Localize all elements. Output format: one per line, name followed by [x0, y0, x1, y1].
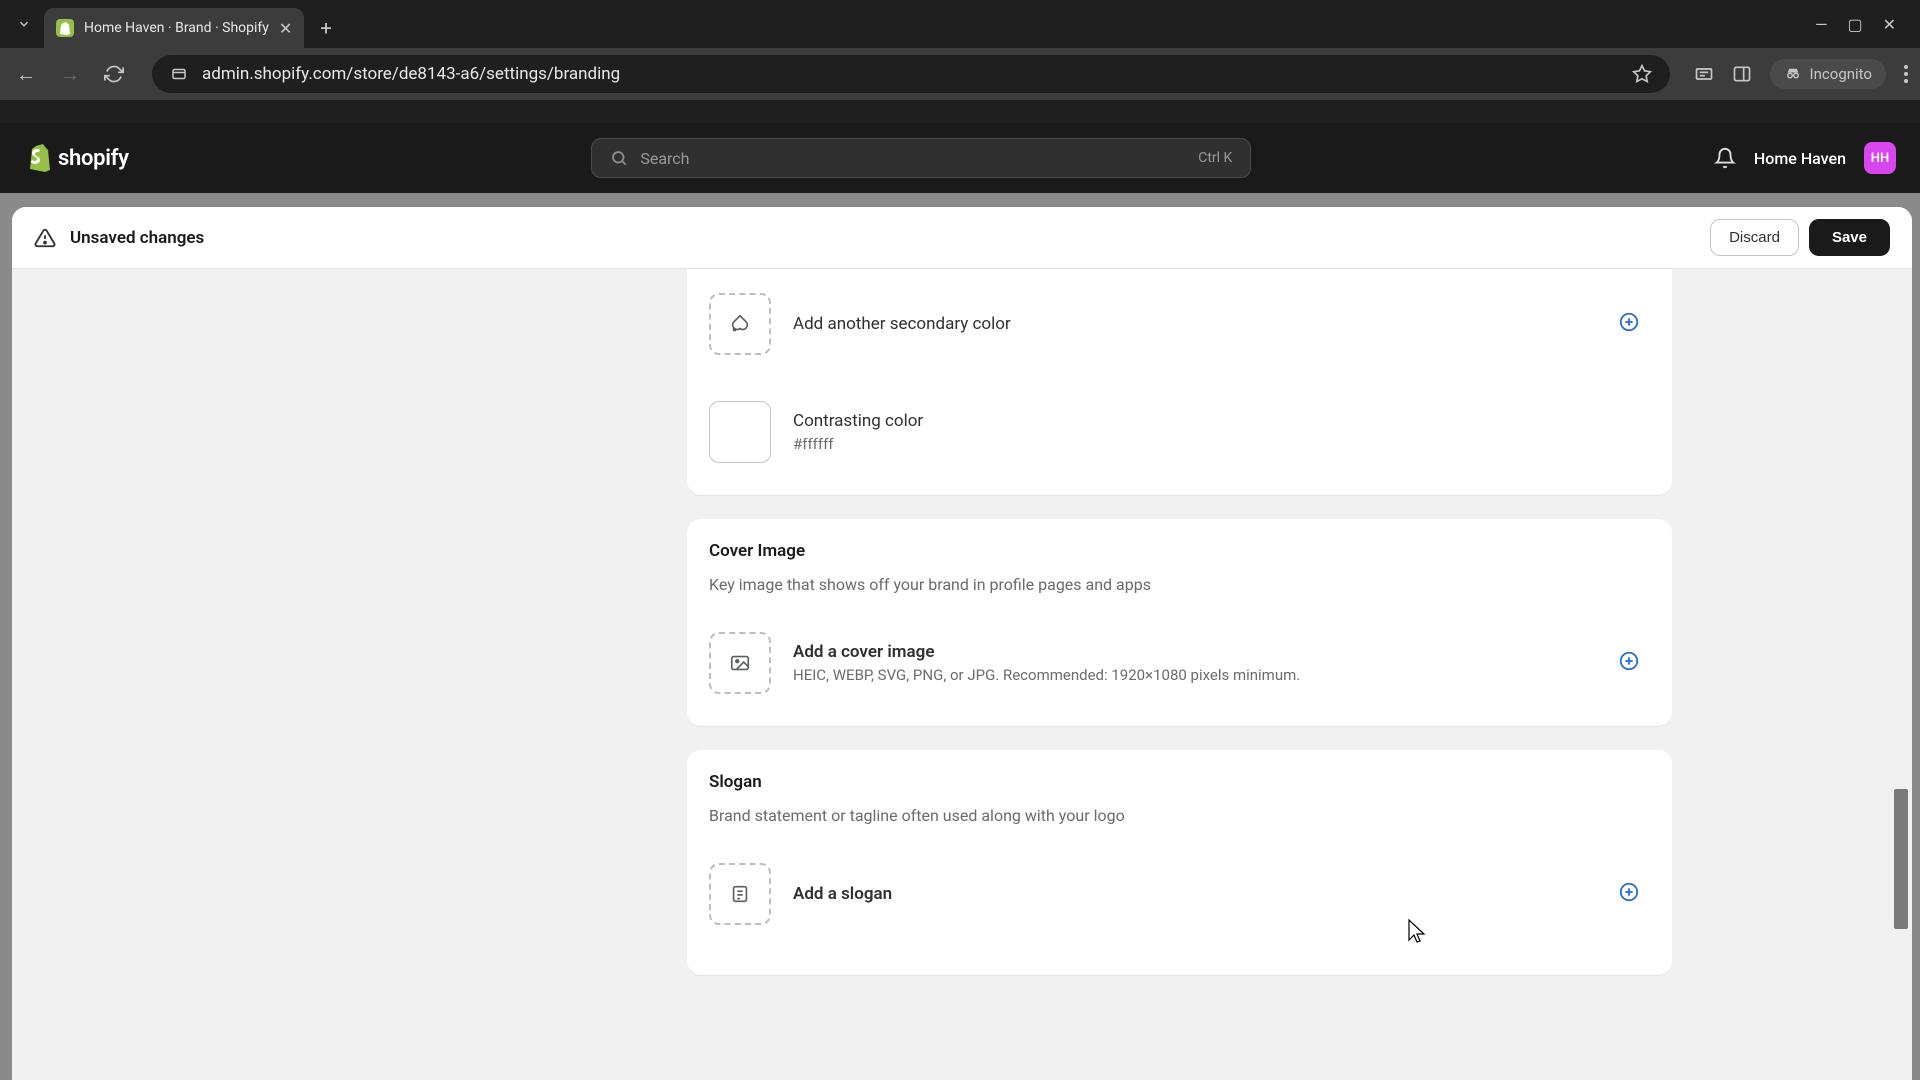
shopify-bag-icon — [24, 142, 52, 174]
back-button[interactable]: ← — [12, 60, 40, 88]
colors-card: Add another secondary color Contrasting … — [687, 269, 1672, 495]
url-text: admin.shopify.com/store/de8143-a6/settin… — [202, 64, 1618, 84]
plus-circle-icon — [1618, 881, 1640, 903]
scroll-area[interactable]: Add another secondary color Contrasting … — [12, 269, 1912, 1080]
content-column: Add another secondary color Contrasting … — [687, 269, 1672, 1039]
note-icon — [729, 883, 751, 905]
contrasting-color-value: #ffffff — [793, 435, 1650, 453]
close-window-button[interactable]: ✕ — [1883, 15, 1896, 34]
add-secondary-color-label: Add another secondary color — [793, 314, 1650, 334]
cover-image-title: Cover Image — [709, 541, 1650, 561]
contrasting-color-label: Contrasting color — [793, 411, 1650, 431]
minimize-button[interactable]: — — [1815, 15, 1828, 34]
store-avatar[interactable]: HH — [1864, 142, 1896, 174]
search-icon — [610, 149, 628, 167]
unsaved-message: Unsaved changes — [70, 228, 204, 248]
main-panel: Unsaved changes Discard Save Add another… — [12, 207, 1912, 1080]
add-slogan-button[interactable] — [1618, 881, 1640, 907]
image-icon — [729, 652, 751, 674]
add-secondary-color-row[interactable]: Add another secondary color — [709, 283, 1650, 365]
tab-search-dropdown[interactable] — [8, 8, 40, 40]
search-box[interactable]: Search Ctrl K — [591, 138, 1251, 178]
notifications-icon[interactable] — [1714, 147, 1736, 169]
save-button[interactable]: Save — [1809, 219, 1890, 256]
incognito-label: Incognito — [1810, 65, 1872, 83]
shopify-logo[interactable]: shopify — [24, 142, 129, 174]
store-name[interactable]: Home Haven — [1754, 149, 1846, 168]
contrasting-color-row[interactable]: Contrasting color #ffffff — [709, 391, 1650, 473]
shopify-header: shopify Search Ctrl K Home Haven HH — [0, 123, 1920, 193]
add-slogan-row[interactable]: Add a slogan — [709, 853, 1650, 935]
new-tab-button[interactable]: + — [308, 16, 343, 40]
paint-drop-icon — [729, 313, 751, 335]
cover-image-card: Cover Image Key image that shows off you… — [687, 519, 1672, 726]
browser-chrome: Home Haven · Brand · Shopify ✕ + — ▢ ✕ ←… — [0, 0, 1920, 123]
window-controls: — ▢ ✕ — [1815, 15, 1912, 34]
bookmark-star-icon[interactable] — [1632, 64, 1652, 84]
browser-tab[interactable]: Home Haven · Brand · Shopify ✕ — [44, 8, 304, 48]
side-panel-icon[interactable] — [1732, 64, 1752, 84]
shopify-favicon — [56, 19, 74, 37]
browser-actions: Incognito — [1694, 59, 1908, 89]
refresh-button[interactable] — [100, 60, 128, 88]
add-slogan-label: Add a slogan — [793, 884, 1650, 904]
maximize-button[interactable]: ▢ — [1847, 15, 1862, 34]
add-cover-image-row[interactable]: Add a cover image HEIC, WEBP, SVG, PNG, … — [709, 622, 1650, 704]
slogan-card: Slogan Brand statement or tagline often … — [687, 750, 1672, 975]
site-info-icon[interactable] — [170, 65, 188, 83]
incognito-icon — [1784, 65, 1802, 83]
discard-button[interactable]: Discard — [1710, 219, 1799, 256]
store-initials: HH — [1871, 151, 1889, 166]
slogan-description: Brand statement or tagline often used al… — [709, 806, 1650, 825]
media-control-icon[interactable] — [1694, 64, 1714, 84]
tab-bar: Home Haven · Brand · Shopify ✕ + — ▢ ✕ — [0, 0, 1920, 48]
contrasting-color-swatch[interactable] — [709, 401, 771, 463]
shopify-logo-text: shopify — [58, 146, 129, 171]
plus-circle-icon — [1618, 650, 1640, 672]
address-bar[interactable]: admin.shopify.com/store/de8143-a6/settin… — [152, 55, 1670, 93]
add-cover-image-label: Add a cover image — [793, 642, 1650, 662]
add-secondary-color-button[interactable] — [1618, 311, 1640, 337]
color-placeholder-box — [709, 293, 771, 355]
slogan-title: Slogan — [709, 772, 1650, 792]
warning-icon — [34, 227, 56, 249]
url-bar: ← → admin.shopify.com/store/de8143-a6/se… — [0, 48, 1920, 100]
scrollbar-thumb[interactable] — [1894, 789, 1908, 929]
plus-circle-icon — [1618, 311, 1640, 333]
forward-button[interactable]: → — [56, 60, 84, 88]
add-cover-image-button[interactable] — [1618, 650, 1640, 676]
content-wrapper: Unsaved changes Discard Save Add another… — [0, 193, 1920, 1080]
slogan-placeholder — [709, 863, 771, 925]
unsaved-changes-bar: Unsaved changes Discard Save — [12, 207, 1912, 269]
cover-image-description: Key image that shows off your brand in p… — [709, 575, 1650, 594]
header-right: Home Haven HH — [1714, 142, 1896, 174]
incognito-badge[interactable]: Incognito — [1770, 59, 1886, 89]
search-shortcut: Ctrl K — [1198, 150, 1232, 166]
search-container: Search Ctrl K — [129, 138, 1714, 178]
tab-title: Home Haven · Brand · Shopify — [84, 20, 269, 36]
tab-close-button[interactable]: ✕ — [279, 19, 292, 38]
add-cover-image-hint: HEIC, WEBP, SVG, PNG, or JPG. Recommende… — [793, 666, 1650, 684]
cover-image-placeholder — [709, 632, 771, 694]
search-placeholder: Search — [640, 149, 1186, 168]
chevron-down-icon — [17, 17, 31, 31]
browser-menu-icon[interactable] — [1904, 65, 1908, 83]
scrollbar-track[interactable] — [1894, 269, 1910, 1080]
